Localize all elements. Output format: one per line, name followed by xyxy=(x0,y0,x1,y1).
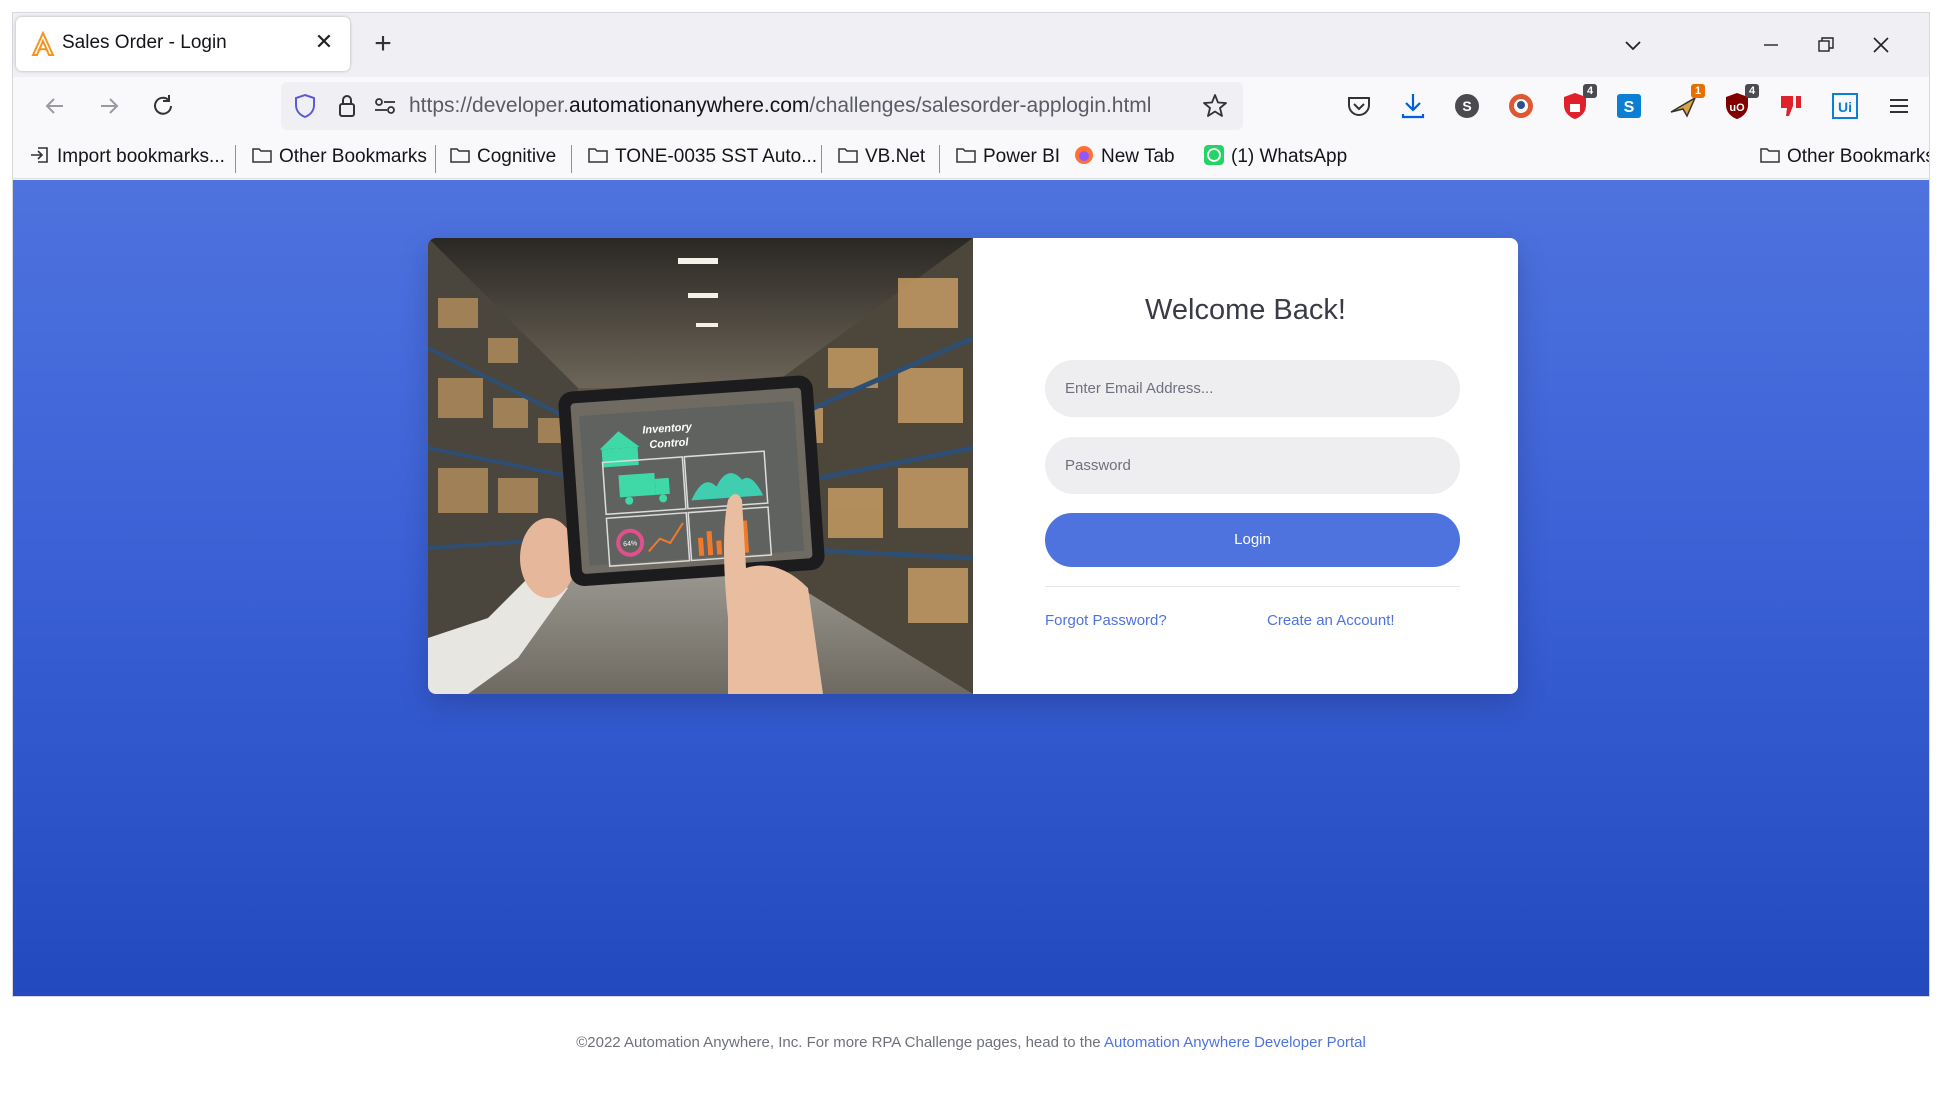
permissions-icon[interactable] xyxy=(371,92,399,120)
folder-icon xyxy=(588,148,608,163)
bookmark-star-icon[interactable] xyxy=(1201,92,1229,120)
forgot-password-link[interactable]: Forgot Password? xyxy=(1045,612,1167,629)
page-content: Inventory Control 64% Welcome Back! Ente… xyxy=(13,180,1929,996)
password-input[interactable] xyxy=(1045,437,1460,494)
reload-icon[interactable] xyxy=(143,86,183,126)
folder-icon xyxy=(1760,148,1780,163)
warehouse-illustration: Inventory Control 64% xyxy=(428,238,973,694)
firefox-icon xyxy=(1075,145,1093,164)
page-footer: ©2022 Automation Anywhere, Inc. For more… xyxy=(0,1034,1942,1051)
bookmark-folder-other-bookmarks[interactable]: Other Bookmarks xyxy=(251,143,427,171)
bookmark-separator xyxy=(939,145,940,173)
login-button[interactable]: Login xyxy=(1045,513,1460,567)
bookmark-import-label: Import bookmarks... xyxy=(57,146,225,167)
folder-icon xyxy=(838,148,858,163)
svg-text:Ui: Ui xyxy=(1838,99,1852,115)
email-input[interactable] xyxy=(1045,360,1460,417)
image-percent: 64% xyxy=(623,540,637,548)
bookmark-label: (1) WhatsApp xyxy=(1231,146,1348,167)
tab-title: Sales Order - Login xyxy=(62,32,227,53)
url-prefix: https://developer. xyxy=(409,94,569,117)
lock-icon[interactable] xyxy=(333,92,361,120)
create-account-link[interactable]: Create an Account! xyxy=(1267,612,1395,629)
bookmark-folder-label: VB.Net xyxy=(865,146,926,167)
welcome-heading: Welcome Back! xyxy=(1145,294,1346,326)
folder-icon xyxy=(956,148,976,163)
bookmark-folder-label: Power BI xyxy=(983,146,1061,167)
bookmark-folder-tone[interactable]: TONE-0035 SST Auto... xyxy=(587,143,817,171)
screen: Sales Order - Login ✕ + https://develope… xyxy=(0,0,1942,1102)
app-menu-icon[interactable] xyxy=(1883,90,1915,122)
close-window-icon[interactable] xyxy=(1861,25,1901,65)
tab-strip: Sales Order - Login ✕ + xyxy=(13,13,1929,77)
plane-badge: 1 xyxy=(1691,84,1705,98)
bookmark-folder-label: Other Bookmarks xyxy=(279,146,427,167)
import-icon xyxy=(31,147,48,163)
list-tabs-chevron-icon[interactable] xyxy=(1613,25,1653,65)
navigation-toolbar: https://developer.automationanywhere.com… xyxy=(13,77,1929,135)
ublock-origin-icon[interactable]: uO 4 xyxy=(1721,84,1759,122)
svg-text:S: S xyxy=(1624,99,1635,116)
bookmark-folder-other-bookmarks-right[interactable]: Other Bookmarks xyxy=(1759,143,1930,171)
bookmark-folder-label: TONE-0035 SST Auto... xyxy=(615,146,818,167)
login-form: Welcome Back! Login Forgot Password? Cre… xyxy=(973,238,1518,694)
bookmark-new-tab[interactable]: New Tab xyxy=(1073,143,1175,171)
url-domain: automationanywhere.com xyxy=(568,94,810,117)
bookmark-separator xyxy=(235,145,236,173)
automation-anywhere-logo-icon xyxy=(31,31,55,56)
back-arrow-icon[interactable] xyxy=(35,86,75,126)
url-path: /challenges/salesorder-applogin.html xyxy=(809,94,1152,117)
bookmark-separator xyxy=(821,145,822,173)
plane-icon[interactable]: 1 xyxy=(1667,84,1705,122)
download-icon[interactable] xyxy=(1397,90,1429,122)
bookmark-folder-label: Cognitive xyxy=(477,146,557,167)
folder-icon xyxy=(252,148,272,163)
duckduckgo-icon[interactable] xyxy=(1505,90,1537,122)
folder-icon xyxy=(450,148,470,163)
restore-icon[interactable] xyxy=(1806,25,1846,65)
ublock-shield-badge: 4 xyxy=(1583,84,1597,98)
url-text[interactable]: https://developer.automationanywhere.com… xyxy=(409,94,1151,118)
bookmark-folder-cognitive[interactable]: Cognitive xyxy=(449,143,556,171)
tab-sales-order[interactable]: Sales Order - Login ✕ xyxy=(16,17,350,71)
form-divider xyxy=(1045,586,1460,587)
warehouse-tablet-image: Inventory Control 64% xyxy=(428,238,973,694)
bookmark-separator xyxy=(435,145,436,173)
ublock-origin-badge: 4 xyxy=(1745,84,1759,98)
url-bar[interactable]: https://developer.automationanywhere.com… xyxy=(281,82,1243,130)
whatsapp-icon xyxy=(1204,144,1224,165)
bookmark-folder-vbnet[interactable]: VB.Net xyxy=(837,143,925,171)
tab-close-icon[interactable]: ✕ xyxy=(310,27,338,57)
bookmark-separator xyxy=(571,145,572,173)
bookmarks-toolbar: Import bookmarks... Other Bookmarks Cogn… xyxy=(13,135,1929,179)
footer-text: ©2022 Automation Anywhere, Inc. For more… xyxy=(576,1034,1104,1051)
red-thumb-icon[interactable] xyxy=(1775,90,1807,122)
svg-text:S: S xyxy=(1462,98,1471,114)
bookmark-folder-label: Other Bookmarks xyxy=(1787,146,1930,167)
s-circle-icon[interactable]: S xyxy=(1451,90,1483,122)
browser-window: Sales Order - Login ✕ + https://develope… xyxy=(12,12,1930,997)
svg-text:uO: uO xyxy=(1729,102,1745,114)
bookmark-import[interactable]: Import bookmarks... xyxy=(29,143,225,171)
developer-portal-link[interactable]: Automation Anywhere Developer Portal xyxy=(1104,1034,1366,1051)
ublock-shield-icon[interactable]: 4 xyxy=(1559,84,1597,122)
tracking-shield-icon[interactable] xyxy=(291,92,319,120)
login-card: Inventory Control 64% Welcome Back! Ente… xyxy=(428,238,1518,694)
minimize-icon[interactable] xyxy=(1751,25,1791,65)
s-square-icon[interactable]: S xyxy=(1613,90,1645,122)
uipath-icon[interactable]: Ui xyxy=(1829,90,1861,122)
forward-arrow-icon[interactable] xyxy=(89,86,129,126)
new-tab-plus-icon[interactable]: + xyxy=(365,27,401,63)
bookmark-whatsapp[interactable]: (1) WhatsApp xyxy=(1203,143,1347,171)
bookmark-folder-powerbi[interactable]: Power BI xyxy=(955,143,1060,171)
pocket-icon[interactable] xyxy=(1343,90,1375,122)
bookmark-label: New Tab xyxy=(1101,146,1175,167)
